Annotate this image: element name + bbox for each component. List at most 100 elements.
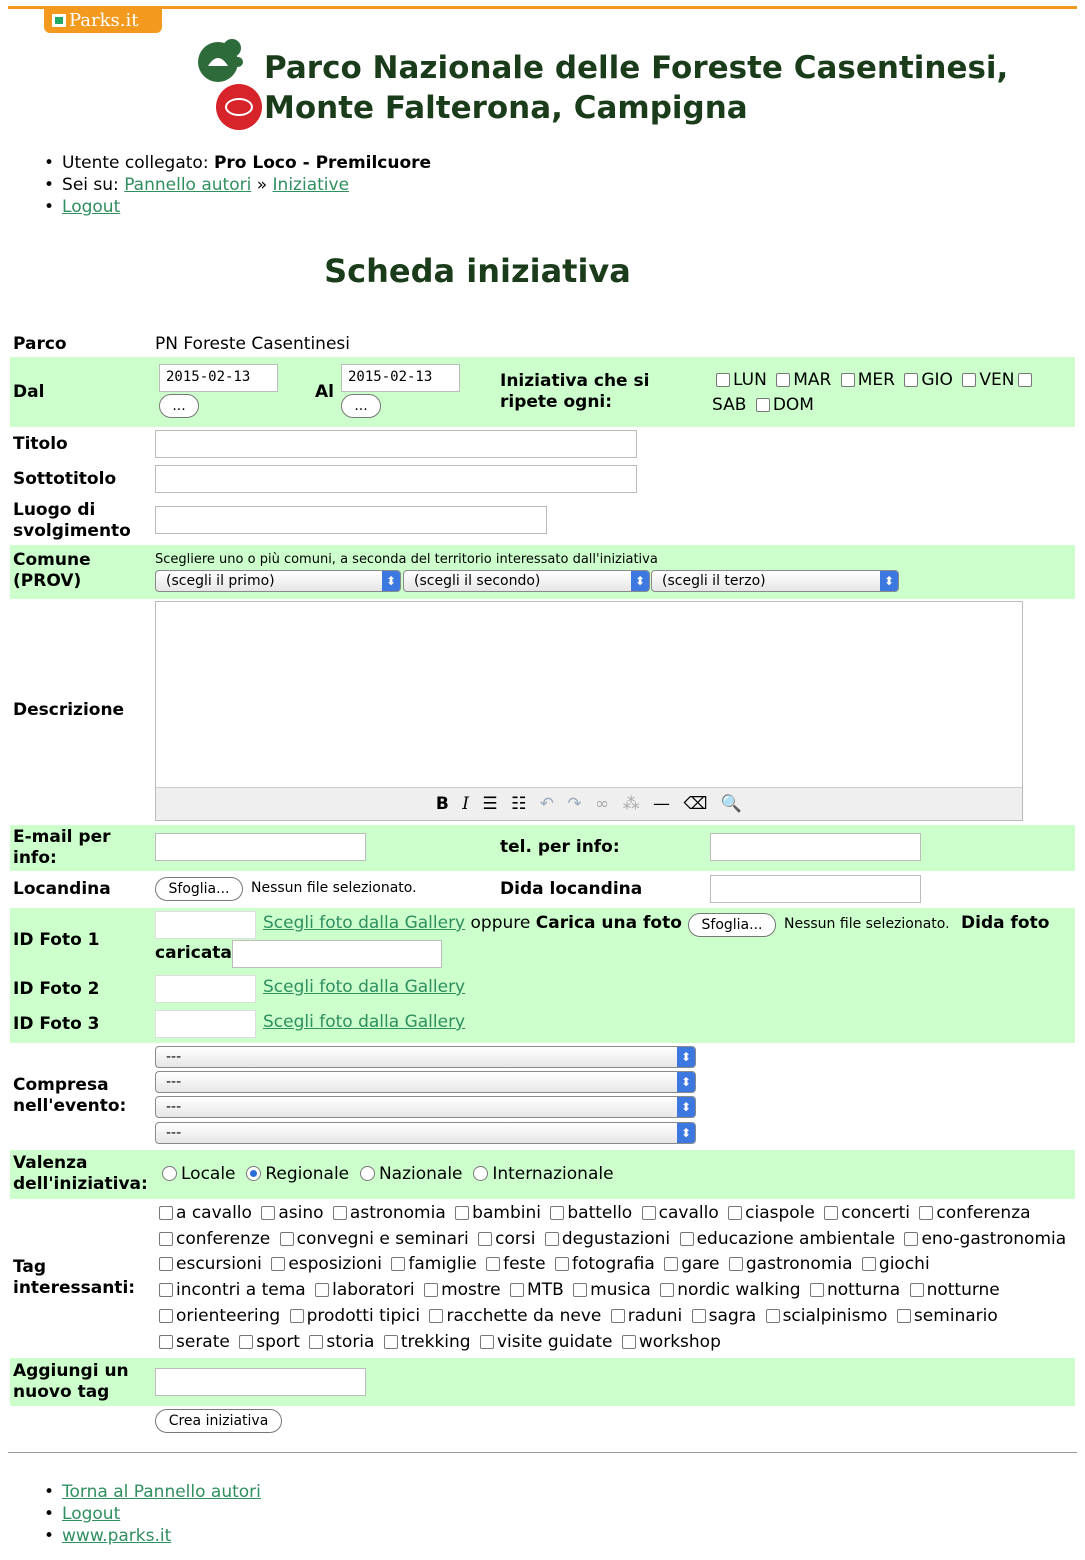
link-icon[interactable]: ∞ <box>595 794 609 814</box>
day-checkbox[interactable] <box>904 373 919 387</box>
tag-checkbox[interactable] <box>159 1257 173 1272</box>
tag-checkbox[interactable] <box>679 1231 694 1246</box>
tag-checkbox[interactable] <box>861 1257 876 1272</box>
valenza-radio-nazionale[interactable] <box>359 1166 375 1181</box>
tag-checkbox[interactable] <box>809 1283 824 1298</box>
valenza-radio-internazionale[interactable] <box>473 1166 489 1181</box>
italic-button[interactable]: I <box>462 794 469 814</box>
tag-checkbox[interactable] <box>728 1257 743 1272</box>
tag-checkbox[interactable] <box>904 1231 919 1246</box>
undo-icon[interactable]: ↶ <box>540 794 554 814</box>
dal-input[interactable]: 2015-02-13 <box>159 364 278 392</box>
tag-checkbox[interactable] <box>239 1334 254 1349</box>
eraser-icon[interactable]: ⌫ <box>683 794 707 814</box>
foto2-id-input[interactable] <box>155 975 256 1003</box>
tag-checkbox[interactable] <box>610 1308 625 1323</box>
tag-checkbox[interactable] <box>550 1206 565 1220</box>
sottotitolo-input[interactable] <box>155 465 637 493</box>
tag-checkbox[interactable] <box>555 1257 569 1272</box>
crea-iniziativa-button[interactable]: Crea iniziativa <box>155 1409 282 1433</box>
tag-checkbox[interactable] <box>641 1206 656 1220</box>
preview-icon[interactable]: 🔍 <box>721 794 742 814</box>
luogo-input[interactable] <box>155 506 547 534</box>
crumb-iniziative[interactable]: Iniziative <box>273 175 349 195</box>
tag-checkbox[interactable] <box>289 1308 304 1323</box>
descrizione-editor[interactable]: B I ☰ ☷ ↶ ↷ ∞ ⁂ — ⌫ 🔍 <box>155 601 1023 821</box>
new-tag-input[interactable] <box>155 1368 366 1396</box>
valenza-radio-locale[interactable] <box>162 1166 177 1181</box>
evento-select-2[interactable]: --- <box>155 1071 696 1093</box>
tag-checkbox[interactable] <box>383 1334 398 1349</box>
crumb-pannello-autori[interactable]: Pannello autori <box>124 175 251 195</box>
tag-checkbox[interactable] <box>271 1257 286 1272</box>
parks-site-link[interactable]: www.parks.it <box>62 1526 171 1546</box>
tag-checkbox[interactable] <box>479 1334 494 1349</box>
foto1-id-input[interactable] <box>155 911 256 939</box>
tag-checkbox[interactable] <box>510 1283 525 1298</box>
tag-checkbox[interactable] <box>424 1283 439 1298</box>
tag-checkbox[interactable] <box>261 1206 276 1220</box>
tag-checkbox[interactable] <box>315 1283 330 1298</box>
day-checkbox[interactable] <box>840 373 855 387</box>
tag-checkbox[interactable] <box>478 1231 493 1246</box>
day-checkbox[interactable] <box>716 373 730 387</box>
tag-checkbox[interactable] <box>728 1206 743 1220</box>
unlink-icon[interactable]: ⁂ <box>623 794 640 814</box>
tag-checkbox[interactable] <box>824 1206 839 1220</box>
evento-select-1[interactable]: --- <box>155 1046 696 1068</box>
day-checkbox[interactable] <box>776 373 791 387</box>
tel-input[interactable] <box>710 833 921 861</box>
day-checkbox[interactable] <box>755 398 770 412</box>
al-picker-button[interactable]: ... <box>341 394 381 418</box>
bold-button[interactable]: B <box>436 794 449 814</box>
tag-checkbox[interactable] <box>455 1206 470 1220</box>
comune-select-3[interactable]: (scegli il terzo) <box>651 570 899 592</box>
tag-checkbox[interactable] <box>573 1283 588 1298</box>
tag-checkbox[interactable] <box>486 1257 501 1272</box>
comune-select-2[interactable]: (scegli il secondo) <box>403 570 650 592</box>
tag-checkbox[interactable] <box>159 1206 173 1220</box>
tag-checkbox[interactable] <box>909 1283 924 1298</box>
day-checkbox[interactable] <box>962 373 977 387</box>
foto1-browse-button[interactable]: Sfoglia... <box>688 913 776 937</box>
titolo-input[interactable] <box>155 430 637 458</box>
tag-checkbox[interactable] <box>429 1308 444 1323</box>
locandina-browse-button[interactable]: Sfoglia... <box>155 877 243 901</box>
evento-select-3[interactable]: --- <box>155 1096 696 1118</box>
foto3-gallery-link[interactable]: Scegli foto dalla Gallery <box>263 1012 465 1032</box>
horizontal-rule-icon[interactable]: — <box>653 794 670 814</box>
parks-tab[interactable]: Parks.it <box>44 9 162 33</box>
tag-checkbox[interactable] <box>159 1283 173 1298</box>
foto3-id-input[interactable] <box>155 1010 256 1038</box>
tag-checkbox[interactable] <box>691 1308 706 1323</box>
al-input[interactable]: 2015-02-13 <box>341 364 460 392</box>
logout-link[interactable]: Logout <box>62 197 120 217</box>
tag-checkbox[interactable] <box>159 1308 173 1323</box>
dida-locandina-input[interactable] <box>710 875 921 903</box>
back-to-panel-link[interactable]: Torna al Pannello autori <box>62 1482 261 1502</box>
tag-checkbox[interactable] <box>664 1257 679 1272</box>
tag-checkbox[interactable] <box>896 1308 911 1323</box>
dal-picker-button[interactable]: ... <box>159 394 199 418</box>
dida-foto-input[interactable] <box>232 940 442 968</box>
foto2-gallery-link[interactable]: Scegli foto dalla Gallery <box>263 977 465 997</box>
tag-checkbox[interactable] <box>332 1206 347 1220</box>
tag-checkbox[interactable] <box>621 1334 636 1349</box>
evento-select-4[interactable]: --- <box>155 1122 696 1144</box>
tag-checkbox[interactable] <box>544 1231 559 1246</box>
tag-checkbox[interactable] <box>159 1334 173 1349</box>
valenza-radio-regionale[interactable] <box>246 1166 262 1181</box>
tag-checkbox[interactable] <box>309 1334 324 1349</box>
tag-checkbox[interactable] <box>279 1231 294 1246</box>
footer-logout-link[interactable]: Logout <box>62 1504 120 1524</box>
day-checkbox[interactable] <box>1018 373 1033 387</box>
tag-checkbox[interactable] <box>391 1257 406 1272</box>
tag-checkbox[interactable] <box>159 1231 173 1246</box>
bullet-list-icon[interactable]: ☰ <box>482 794 497 814</box>
redo-icon[interactable]: ↷ <box>567 794 581 814</box>
email-input[interactable] <box>155 833 366 861</box>
tag-checkbox[interactable] <box>919 1206 934 1220</box>
numbered-list-icon[interactable]: ☷ <box>511 794 526 814</box>
tag-checkbox[interactable] <box>765 1308 780 1323</box>
tag-checkbox[interactable] <box>660 1283 675 1298</box>
